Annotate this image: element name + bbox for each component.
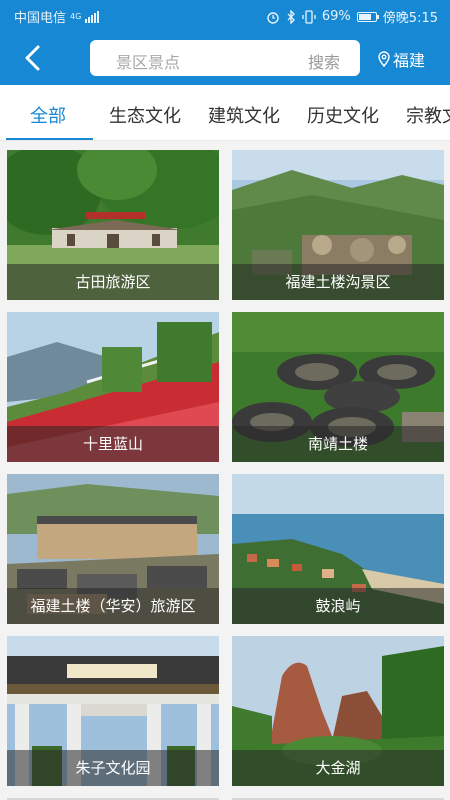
spot-card[interactable]: 大金湖 bbox=[232, 636, 444, 786]
location-selector[interactable]: 福建 bbox=[378, 47, 425, 71]
tab-history-culture[interactable]: 历史文化 bbox=[307, 102, 379, 128]
signal-icon bbox=[85, 10, 100, 23]
clock-time: 傍晚5:15 bbox=[382, 11, 438, 26]
search-box[interactable]: 景区景点 搜索 bbox=[90, 40, 360, 76]
back-arrow-icon[interactable] bbox=[18, 43, 48, 73]
status-left: 中国电信 4G bbox=[14, 7, 100, 26]
battery-percent: 69% bbox=[321, 9, 351, 24]
tab-religion-culture[interactable]: 宗教文化 bbox=[406, 102, 450, 128]
status-right: 69% 傍晚5:15 bbox=[266, 7, 438, 26]
spot-name: 南靖土楼 bbox=[232, 426, 444, 462]
vibrate-icon bbox=[302, 9, 316, 24]
category-tabs: 全部 生态文化 建筑文化 历史文化 宗教文化 bbox=[0, 85, 450, 141]
alarm-icon bbox=[267, 11, 279, 24]
spot-name: 福建土楼（华安）旅游区 bbox=[7, 588, 219, 624]
spot-name: 朱子文化园 bbox=[7, 750, 219, 786]
location-pin-icon bbox=[378, 51, 390, 67]
spot-card[interactable]: 福建土楼（华安）旅游区 bbox=[7, 474, 219, 624]
search-button[interactable]: 搜索 bbox=[308, 49, 340, 73]
spot-name: 福建土楼沟景区 bbox=[232, 264, 444, 300]
network-type: 4G bbox=[70, 11, 82, 21]
spot-card[interactable]: 十里蓝山 bbox=[7, 312, 219, 462]
spot-name: 鼓浪屿 bbox=[232, 588, 444, 624]
battery-icon bbox=[356, 11, 379, 22]
app-header: 景区景点 搜索 福建 bbox=[0, 30, 450, 85]
carrier-label: 中国电信 bbox=[14, 11, 67, 26]
spot-name: 十里蓝山 bbox=[7, 426, 219, 462]
scenic-spot-grid: 古田旅游区 福建土楼沟景区 十里蓝山 南靖土楼 福建土楼（华安）旅游区 鼓浪屿 … bbox=[0, 141, 450, 800]
search-input[interactable]: 景区景点 bbox=[116, 49, 180, 73]
bluetooth-icon bbox=[287, 9, 295, 24]
spot-name: 大金湖 bbox=[232, 750, 444, 786]
tab-ecology-culture[interactable]: 生态文化 bbox=[109, 102, 181, 128]
location-label: 福建 bbox=[393, 51, 426, 70]
spot-card[interactable]: 朱子文化园 bbox=[7, 636, 219, 786]
spot-card[interactable]: 鼓浪屿 bbox=[232, 474, 444, 624]
spot-card[interactable]: 福建土楼沟景区 bbox=[232, 150, 444, 300]
spot-card[interactable]: 南靖土楼 bbox=[232, 312, 444, 462]
tab-all[interactable]: 全部 bbox=[30, 102, 66, 128]
spot-card[interactable]: 古田旅游区 bbox=[7, 150, 219, 300]
spot-name: 古田旅游区 bbox=[7, 264, 219, 300]
tab-architecture-culture[interactable]: 建筑文化 bbox=[208, 102, 280, 128]
status-bar: 中国电信 4G 69% 傍晚5:15 bbox=[0, 0, 450, 30]
